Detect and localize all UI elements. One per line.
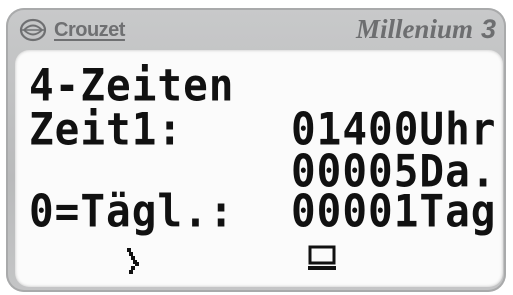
day-value[interactable]: 00001Tag — [291, 189, 496, 233]
brand-area: Crouzet — [18, 12, 125, 48]
menu-title: 4-Zeiten — [29, 59, 235, 112]
daily-label: 0=Tägl.: — [29, 185, 235, 238]
monitor-icon — [308, 245, 336, 270]
model-name: Millenium 3 — [356, 14, 496, 45]
crouzet-logo-icon — [19, 18, 47, 42]
model-label: Millenium — [355, 14, 473, 44]
cursor-arrow-icon — [127, 248, 139, 274]
brand-name: Crouzet — [54, 18, 125, 41]
lcd-screen: 4-Zeiten Zeit1: 01400Uhr 00005Da. 0=Tägl… — [15, 50, 503, 287]
plc-device: Crouzet Millenium 3 4-Zeiten Zeit1: 01400… — [0, 0, 513, 295]
model-number: 3 — [480, 14, 496, 44]
time1-label: Zeit1: — [29, 103, 184, 156]
